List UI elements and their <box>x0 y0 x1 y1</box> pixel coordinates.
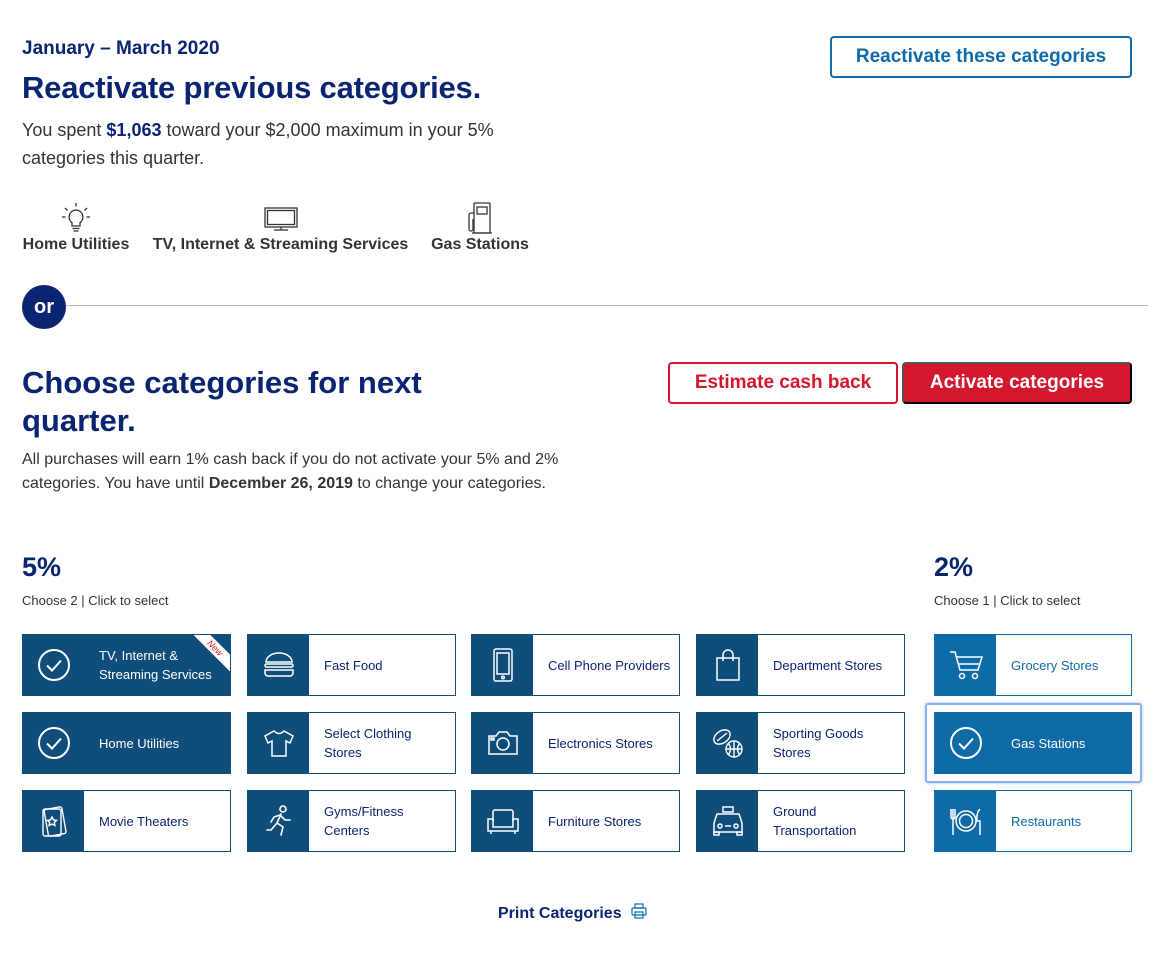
ticket-icon <box>23 791 84 851</box>
tile-label: Cell Phone Providers <box>548 657 671 673</box>
two-percent-heading: 2% <box>934 552 974 582</box>
previous-category-label: TV, Internet & Streaming Services <box>152 236 409 253</box>
desc-suffix: to change your categories. <box>352 475 546 492</box>
tile-ground-transportation[interactable]: Ground Transportation <box>696 790 905 852</box>
previous-category-label: Home Utilities <box>22 236 130 253</box>
tile-tv-internet-streaming[interactable]: TV, Internet & Streaming Services New <box>22 634 231 696</box>
burger-icon <box>248 635 309 695</box>
tile-grocery-stores[interactable]: Grocery Stores <box>934 634 1132 696</box>
tile-label: Select Clothing Stores <box>324 726 412 760</box>
gas-pump-icon <box>464 200 496 236</box>
tile-label: Fast Food <box>324 657 383 673</box>
divider-line <box>66 305 1148 306</box>
tile-gas-stations[interactable]: Gas Stations <box>934 712 1132 774</box>
quarter-label: January – March 2020 <box>22 38 220 59</box>
sports-balls-icon <box>697 713 758 773</box>
tile-label: Department Stores <box>773 657 883 673</box>
tile-label: Furniture Stores <box>548 813 642 829</box>
tile-label: Gyms/Fitness Centers <box>324 804 404 838</box>
spent-amount: $1,063 <box>106 120 162 140</box>
plate-utensils-icon <box>935 791 996 851</box>
camera-icon <box>472 713 533 773</box>
armchair-icon <box>472 791 533 851</box>
or-divider-badge: or <box>22 285 66 329</box>
tile-label: Home Utilities <box>99 735 180 751</box>
check-icon <box>23 713 84 773</box>
tile-select-clothing-stores[interactable]: Select Clothing Stores <box>247 712 456 774</box>
tile-label: Electronics Stores <box>548 735 653 751</box>
reactivate-button[interactable]: Reactivate these categories <box>830 36 1132 78</box>
runner-icon <box>248 791 309 851</box>
check-icon <box>935 713 996 773</box>
activate-categories-button[interactable]: Activate categories <box>902 362 1132 404</box>
lightbulb-icon <box>60 200 92 236</box>
print-label: Print Categories <box>498 904 622 922</box>
print-categories-link[interactable]: Print Categories <box>498 903 648 924</box>
shirt-icon <box>248 713 309 773</box>
previous-category-label: Gas Stations <box>431 236 529 253</box>
phone-icon <box>472 635 533 695</box>
section-description: All purchases will earn 1% cash back if … <box>22 448 562 496</box>
tile-sporting-goods-stores[interactable]: Sporting Goods Stores <box>696 712 905 774</box>
tile-home-utilities[interactable]: Home Utilities <box>22 712 231 774</box>
previous-category-tv: TV, Internet & Streaming Services <box>153 200 408 254</box>
previous-category-home-utilities: Home Utilities <box>22 200 130 254</box>
new-badge: New <box>192 635 230 673</box>
tile-restaurants[interactable]: Restaurants <box>934 790 1132 852</box>
tile-label: Grocery Stores <box>1011 657 1099 673</box>
check-icon <box>23 635 84 695</box>
five-percent-instruction: Choose 2 | Click to select <box>22 593 169 608</box>
tile-label: Gas Stations <box>1011 735 1086 751</box>
taxi-icon <box>697 791 758 851</box>
tile-label: Movie Theaters <box>99 813 189 829</box>
estimate-cash-back-button[interactable]: Estimate cash back <box>668 362 898 404</box>
two-percent-instruction: Choose 1 | Click to select <box>934 593 1081 608</box>
tile-movie-theaters[interactable]: Movie Theaters <box>22 790 231 852</box>
tile-furniture-stores[interactable]: Furniture Stores <box>471 790 680 852</box>
tile-label: Restaurants <box>1011 813 1082 829</box>
tile-label: Ground Transportation <box>773 804 857 838</box>
spent-prefix: You spent <box>22 120 107 140</box>
section-title: Choose categories for next quarter. <box>22 365 422 438</box>
printer-icon <box>630 903 648 924</box>
page-title: Reactivate previous categories. <box>22 70 482 105</box>
spent-summary: You spent $1,063 toward your $2,000 maxi… <box>22 116 562 172</box>
cart-icon <box>935 635 996 695</box>
tile-label: Sporting Goods Stores <box>773 726 864 760</box>
tile-cell-phone-providers[interactable]: Cell Phone Providers <box>471 634 680 696</box>
tile-electronics-stores[interactable]: Electronics Stores <box>471 712 680 774</box>
tile-department-stores[interactable]: Department Stores <box>696 634 905 696</box>
tile-gyms-fitness-centers[interactable]: Gyms/Fitness Centers <box>247 790 456 852</box>
previous-category-gas-stations: Gas Stations <box>431 200 529 254</box>
five-percent-heading: 5% <box>22 552 62 582</box>
deadline-date: December 26, 2019 <box>208 475 353 492</box>
tile-fast-food[interactable]: Fast Food <box>247 634 456 696</box>
shopping-bag-icon <box>697 635 758 695</box>
tv-icon <box>263 200 299 236</box>
